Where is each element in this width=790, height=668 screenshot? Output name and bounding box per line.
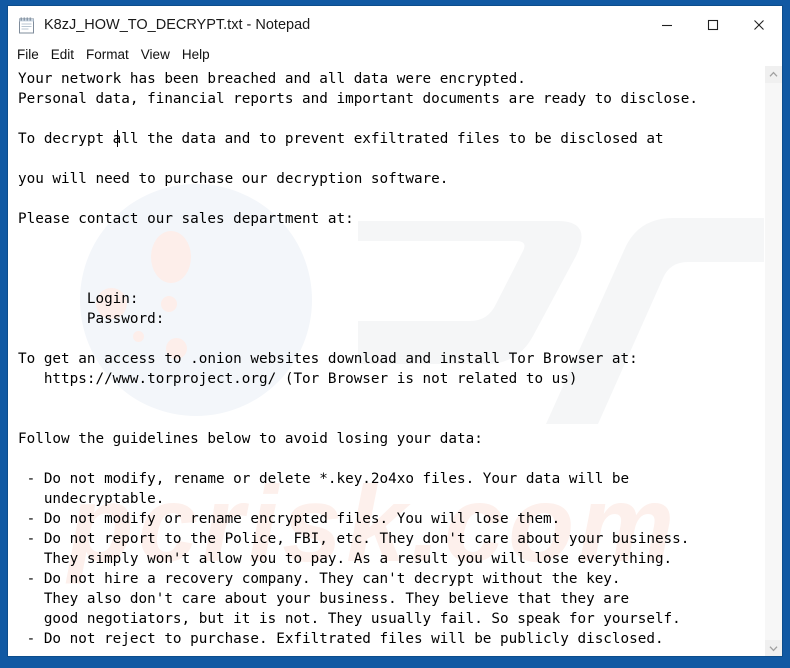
maximize-button[interactable]	[690, 10, 736, 40]
scrollbar-track[interactable]	[765, 83, 782, 640]
menu-item-help[interactable]: Help	[182, 44, 210, 65]
titlebar-left: K8zJ_HOW_TO_DECRYPT.txt - Notepad	[8, 16, 644, 34]
text-editor[interactable]: Your network has been breached and all d…	[8, 66, 764, 656]
minimize-icon	[662, 24, 672, 27]
ransom-note-text[interactable]: Your network has been breached and all d…	[8, 66, 764, 649]
scroll-up-button[interactable]	[765, 66, 782, 83]
window-title: K8zJ_HOW_TO_DECRYPT.txt - Notepad	[44, 17, 311, 33]
text-caret	[117, 130, 118, 147]
menu-bar: File Edit Format View Help	[8, 44, 782, 65]
menu-item-edit[interactable]: Edit	[51, 44, 74, 65]
title-bar: K8zJ_HOW_TO_DECRYPT.txt - Notepad	[8, 6, 782, 44]
maximize-icon	[707, 19, 719, 31]
scroll-down-button[interactable]	[765, 640, 782, 656]
notepad-icon	[18, 16, 36, 34]
scrollbar-thumb[interactable]	[765, 83, 782, 640]
editor-area: pcrisk.com Your network has been breache…	[8, 65, 782, 656]
notepad-window: K8zJ_HOW_TO_DECRYPT.txt - Notepad File E…	[7, 5, 783, 657]
menu-item-format[interactable]: Format	[86, 44, 129, 65]
notepad-window-frame: K8zJ_HOW_TO_DECRYPT.txt - Notepad File E…	[0, 0, 790, 668]
vertical-scrollbar[interactable]	[764, 66, 782, 656]
menu-item-view[interactable]: View	[141, 44, 170, 65]
close-icon	[754, 20, 764, 30]
close-button[interactable]	[736, 10, 782, 40]
menu-item-file[interactable]: File	[17, 44, 39, 65]
minimize-button[interactable]	[644, 10, 690, 40]
chevron-up-icon	[769, 71, 778, 77]
chevron-down-icon	[769, 646, 778, 652]
